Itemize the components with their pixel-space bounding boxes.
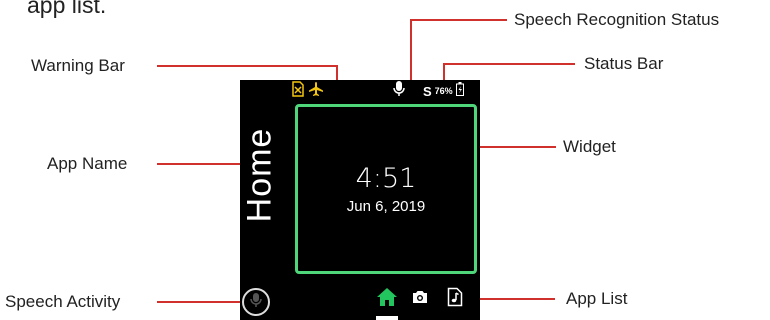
clock-time: 4:51	[355, 163, 417, 194]
app-name: Home	[240, 127, 279, 223]
label-warning-bar: Warning Bar	[31, 56, 125, 75]
music-file-icon[interactable]	[447, 287, 463, 312]
speech-mic-icon	[250, 292, 262, 313]
sim-missing-icon	[292, 80, 304, 102]
status-letter: S	[423, 83, 432, 99]
home-icon[interactable]	[376, 286, 398, 313]
device-screen: S 76% Home 4:51 Jun 6, 2019	[240, 80, 480, 320]
label-widget: Widget	[563, 137, 616, 156]
speech-activity-button[interactable]	[242, 288, 270, 316]
warning-bar	[292, 80, 324, 102]
microphone-icon	[392, 80, 406, 102]
label-app-list: App List	[566, 289, 628, 308]
clock-widget[interactable]: 4:51 Jun 6, 2019	[295, 104, 477, 274]
battery-icon	[455, 81, 464, 101]
clock-date: Jun 6, 2019	[346, 198, 426, 215]
label-status-bar: Status Bar	[584, 54, 664, 73]
battery-percent: 76%	[434, 86, 453, 96]
label-app-name: App Name	[47, 154, 128, 173]
status-bar: S 76%	[392, 80, 464, 102]
label-speech-activity: Speech Activity	[5, 292, 121, 311]
airplane-icon	[308, 81, 324, 102]
home-selected-indicator	[376, 316, 398, 320]
callout-line-speech-status	[410, 19, 507, 88]
label-speech-recognition-status: Speech Recognition Status	[514, 10, 720, 29]
camera-icon[interactable]	[411, 288, 429, 311]
